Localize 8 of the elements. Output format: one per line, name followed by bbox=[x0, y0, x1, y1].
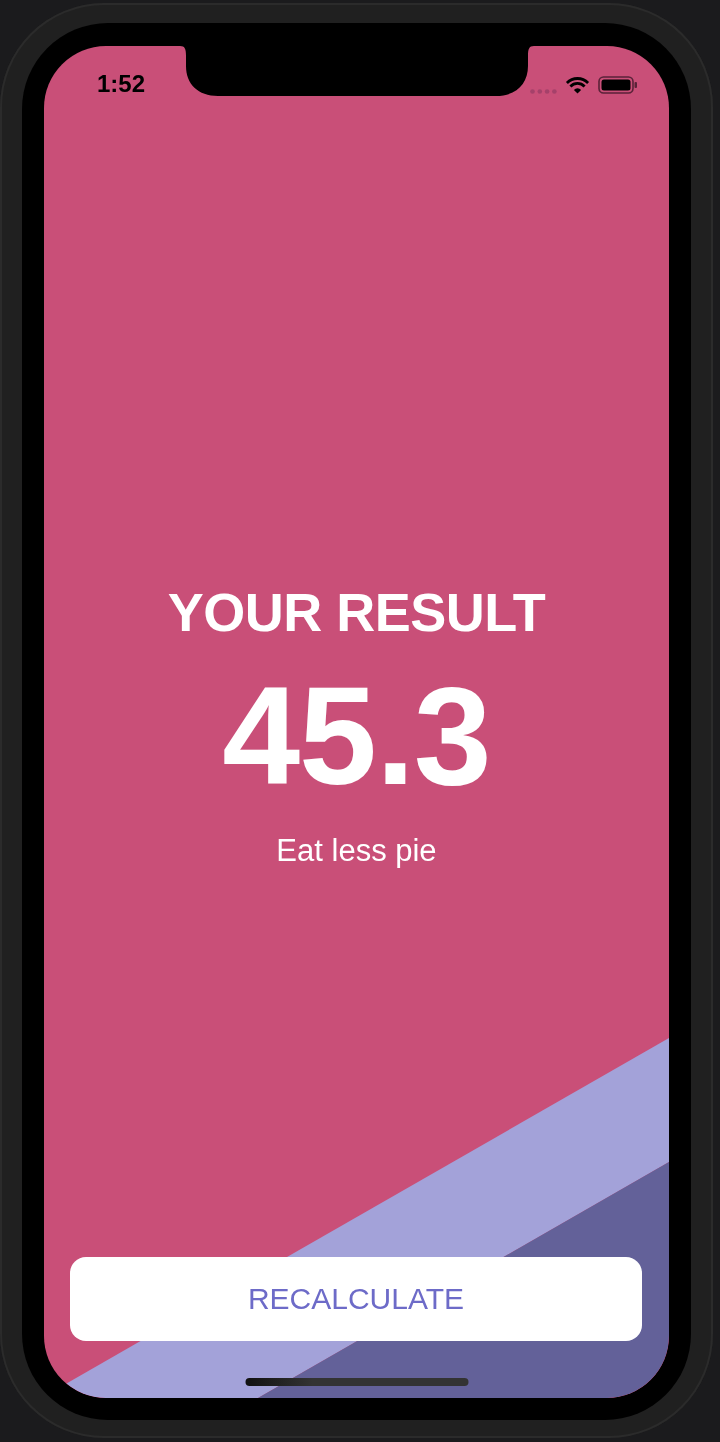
wifi-icon bbox=[565, 76, 590, 94]
battery-icon bbox=[598, 76, 638, 94]
recalculate-button[interactable]: RECALCULATE bbox=[70, 1257, 642, 1341]
signal-dots-icon bbox=[530, 89, 557, 94]
result-value: 45.3 bbox=[222, 666, 491, 806]
result-advice: Eat less pie bbox=[276, 835, 437, 866]
result-title: YOUR RESULT bbox=[167, 585, 546, 639]
status-time: 1:52 bbox=[97, 72, 146, 96]
